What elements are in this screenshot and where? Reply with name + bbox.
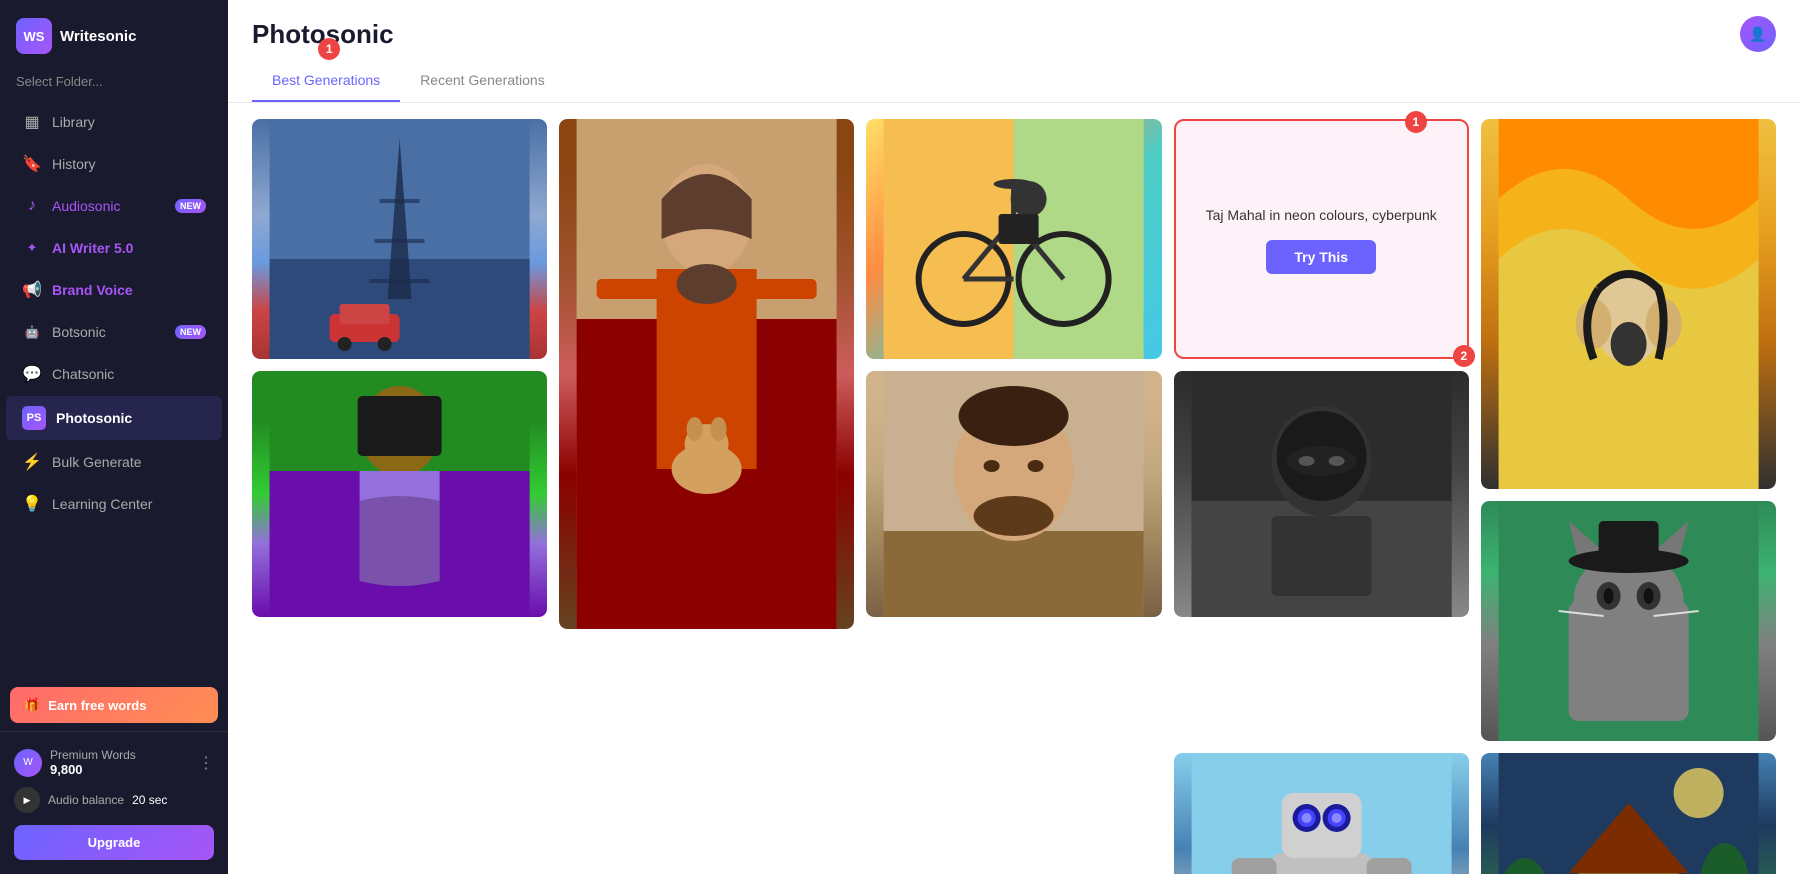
tab-best-generations[interactable]: Best Generations 1 bbox=[252, 64, 400, 102]
sidebar-item-label: Bulk Generate bbox=[52, 454, 206, 470]
sidebar-item-label: AI Writer 5.0 bbox=[52, 240, 206, 256]
badge-number-2: 2 bbox=[1453, 345, 1475, 367]
gallery-item[interactable] bbox=[252, 371, 547, 617]
tab-badge-1: 1 bbox=[318, 38, 340, 60]
sidebar-item-label: Audiosonic bbox=[52, 198, 165, 214]
sidebar-item-ai-writer[interactable]: ✦ AI Writer 5.0 bbox=[6, 228, 222, 268]
gallery-item[interactable] bbox=[1481, 501, 1776, 741]
gallery-item[interactable] bbox=[252, 119, 547, 359]
select-folder[interactable]: Select Folder... bbox=[0, 68, 228, 101]
image-jesus bbox=[559, 119, 854, 629]
gallery-item[interactable] bbox=[1174, 371, 1469, 617]
more-options-icon[interactable]: ⋮ bbox=[198, 753, 214, 773]
image-bicycle bbox=[866, 119, 1161, 359]
image-dark-figure bbox=[1174, 371, 1469, 617]
gallery-container[interactable]: 1 Taj Mahal in neon colours, cyberpunk T… bbox=[228, 103, 1800, 874]
header-top: Photosonic 👤 bbox=[252, 16, 1776, 52]
badge-number-2: 1 bbox=[1405, 111, 1427, 133]
upgrade-button[interactable]: Upgrade bbox=[14, 825, 214, 860]
gallery-grid: 1 Taj Mahal in neon colours, cyberpunk T… bbox=[252, 119, 1776, 741]
botsonic-icon: 🤖 bbox=[22, 322, 42, 342]
audiosonic-icon: ♪ bbox=[22, 196, 42, 216]
photosonic-icon: PS bbox=[22, 406, 46, 430]
gallery-item[interactable] bbox=[866, 371, 1161, 617]
sidebar-item-label: Brand Voice bbox=[52, 282, 206, 298]
audio-balance-value: 20 sec bbox=[132, 793, 167, 807]
tabs-row: Best Generations 1 Recent Generations bbox=[252, 64, 1776, 102]
sidebar-item-label: Photosonic bbox=[56, 410, 206, 426]
bulk-icon: ⚡ bbox=[22, 452, 42, 472]
sidebar-item-bulk-generate[interactable]: ⚡ Bulk Generate bbox=[6, 442, 222, 482]
main-header: Photosonic 👤 Best Generations 1 Recent G… bbox=[228, 0, 1800, 103]
play-icon: ▶ bbox=[14, 787, 40, 813]
image-eiffel bbox=[252, 119, 547, 359]
sidebar-bottom: W Premium Words 9,800 ⋮ ▶ Audio balance … bbox=[0, 731, 228, 874]
earn-free-words-button[interactable]: 🎁 Earn free words bbox=[10, 687, 218, 723]
main-content: Photosonic 👤 Best Generations 1 Recent G… bbox=[228, 0, 1800, 874]
audio-balance-row: ▶ Audio balance 20 sec bbox=[14, 783, 214, 817]
sidebar: WS Writesonic Select Folder... ▦ Library… bbox=[0, 0, 228, 874]
image-house bbox=[1481, 753, 1776, 874]
learning-icon: 💡 bbox=[22, 494, 42, 514]
sidebar-item-label: Chatsonic bbox=[52, 366, 206, 382]
tab-recent-generations[interactable]: Recent Generations bbox=[400, 64, 565, 102]
words-info: W Premium Words 9,800 bbox=[14, 748, 136, 777]
gallery-item[interactable] bbox=[252, 753, 547, 874]
new-badge: new bbox=[175, 325, 206, 339]
gallery-item[interactable] bbox=[559, 753, 854, 874]
words-details: Premium Words 9,800 bbox=[50, 748, 136, 777]
sidebar-item-label: History bbox=[52, 156, 206, 172]
user-avatar[interactable]: 👤 bbox=[1740, 16, 1776, 52]
gallery-item[interactable] bbox=[866, 119, 1161, 359]
sidebar-item-library[interactable]: ▦ Library bbox=[6, 102, 222, 142]
megaphone-icon: 📢 bbox=[22, 280, 42, 300]
gallery-grid-row2 bbox=[252, 753, 1776, 874]
gallery-item[interactable] bbox=[1481, 119, 1776, 489]
image-scream bbox=[1481, 119, 1776, 489]
image-man bbox=[866, 371, 1161, 617]
prompt-text: Taj Mahal in neon colours, cyberpunk bbox=[1206, 205, 1437, 226]
logo-text: Writesonic bbox=[60, 28, 136, 45]
logo-area[interactable]: WS Writesonic bbox=[0, 0, 228, 68]
chatsonic-icon: 💬 bbox=[22, 364, 42, 384]
prompt-card: 1 Taj Mahal in neon colours, cyberpunk T… bbox=[1174, 119, 1469, 359]
image-robot bbox=[1174, 753, 1469, 874]
gift-icon: 🎁 bbox=[24, 697, 40, 713]
gallery-item[interactable] bbox=[866, 753, 1161, 874]
image-cat bbox=[1481, 501, 1776, 741]
gallery-item-robot[interactable] bbox=[1174, 753, 1469, 874]
sidebar-item-learning-center[interactable]: 💡 Learning Center bbox=[6, 484, 222, 524]
sidebar-item-brand-voice[interactable]: 📢 Brand Voice bbox=[6, 270, 222, 310]
premium-words-count: 9,800 bbox=[50, 762, 136, 777]
earn-words-label: Earn free words bbox=[48, 698, 146, 713]
words-circle-icon: W bbox=[14, 749, 42, 777]
sidebar-item-history[interactable]: 🔖 History bbox=[6, 144, 222, 184]
premium-words-row: W Premium Words 9,800 ⋮ bbox=[14, 742, 214, 783]
ai-writer-icon: ✦ bbox=[22, 238, 42, 258]
premium-words-label: Premium Words bbox=[50, 748, 136, 762]
sidebar-item-audiosonic[interactable]: ♪ Audiosonic new bbox=[6, 186, 222, 226]
gallery-item-house[interactable] bbox=[1481, 753, 1776, 874]
sidebar-item-botsonic[interactable]: 🤖 Botsonic new bbox=[6, 312, 222, 352]
sidebar-item-label: Library bbox=[52, 114, 206, 130]
sidebar-item-label: Botsonic bbox=[52, 324, 165, 340]
try-this-button[interactable]: Try This bbox=[1266, 240, 1376, 274]
sidebar-item-photosonic[interactable]: PS Photosonic bbox=[6, 396, 222, 440]
sidebar-item-chatsonic[interactable]: 💬 Chatsonic bbox=[6, 354, 222, 394]
library-icon: ▦ bbox=[22, 112, 42, 132]
sidebar-item-label: Learning Center bbox=[52, 496, 206, 512]
gallery-item[interactable] bbox=[559, 119, 854, 629]
image-woman bbox=[252, 371, 547, 617]
bookmark-icon: 🔖 bbox=[22, 154, 42, 174]
new-badge: new bbox=[175, 199, 206, 213]
audio-balance-label: Audio balance bbox=[48, 793, 124, 807]
logo-icon: WS bbox=[16, 18, 52, 54]
